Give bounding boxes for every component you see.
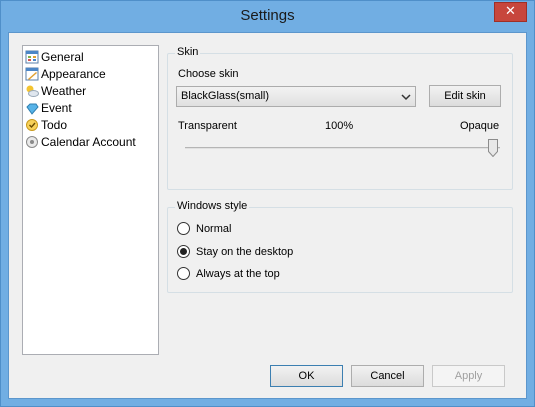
tree-item-label: General <box>41 49 84 64</box>
windows-style-group-label: Windows style <box>175 200 250 212</box>
opacity-slider-thumb[interactable] <box>488 139 498 157</box>
event-icon <box>26 103 39 115</box>
apply-button[interactable]: Apply <box>432 365 505 387</box>
weather-icon <box>26 85 39 97</box>
tree-item-calendar-account[interactable]: Calendar Account <box>23 133 158 150</box>
radio-always-on-top[interactable]: Always at the top <box>177 267 280 280</box>
apply-label: Apply <box>454 370 483 382</box>
settings-window: Settings ✕ General Appearance Weather Ev… <box>0 0 535 407</box>
choose-skin-label: Choose skin <box>178 68 239 80</box>
ok-button[interactable]: OK <box>270 365 343 387</box>
cancel-button[interactable]: Cancel <box>351 365 424 387</box>
edit-skin-button[interactable]: Edit skin <box>429 85 501 107</box>
radio-stay-on-desktop[interactable]: Stay on the desktop <box>177 245 293 258</box>
appearance-icon <box>25 67 39 80</box>
opacity-slider-track[interactable] <box>185 147 500 149</box>
radio-button[interactable] <box>177 222 190 235</box>
radio-button[interactable] <box>177 245 190 258</box>
edit-skin-label: Edit skin <box>444 90 486 102</box>
title-bar[interactable]: Settings ✕ <box>1 1 534 32</box>
tree-item-label: Calendar Account <box>41 134 136 149</box>
dialog-client-area: General Appearance Weather Event Todo Ca… <box>8 32 527 399</box>
skin-select[interactable]: BlackGlass(small) <box>176 86 416 107</box>
opaque-label: Opaque <box>460 120 500 132</box>
category-tree[interactable]: General Appearance Weather Event Todo Ca… <box>22 45 159 355</box>
radio-label: Normal <box>196 222 232 235</box>
transparent-label: Transparent <box>178 120 237 132</box>
cancel-label: Cancel <box>370 370 405 382</box>
tree-item-general[interactable]: General <box>23 48 158 65</box>
window-title: Settings <box>240 7 295 24</box>
chevron-down-icon <box>401 94 411 101</box>
radio-button[interactable] <box>177 267 190 280</box>
radio-normal[interactable]: Normal <box>177 222 231 235</box>
close-icon: ✕ <box>505 4 516 19</box>
radio-label: Always at the top <box>196 267 280 280</box>
tree-item-appearance[interactable]: Appearance <box>23 65 158 82</box>
skin-select-value: BlackGlass(small) <box>181 90 270 102</box>
tree-item-todo[interactable]: Todo <box>23 116 158 133</box>
calendar-account-icon <box>26 135 38 148</box>
tree-item-label: Appearance <box>41 66 106 81</box>
ok-label: OK <box>298 370 315 382</box>
todo-icon <box>26 118 38 131</box>
tree-item-label: Weather <box>41 83 87 98</box>
tree-item-label: Todo <box>41 117 68 132</box>
general-icon <box>25 50 39 63</box>
radio-label: Stay on the desktop <box>196 245 294 258</box>
tree-item-event[interactable]: Event <box>23 99 158 116</box>
tree-item-weather[interactable]: Weather <box>23 82 158 99</box>
close-button[interactable]: ✕ <box>494 2 527 22</box>
tree-item-label: Event <box>41 100 72 115</box>
skin-group-label: Skin <box>175 46 201 58</box>
opacity-value: 100% <box>325 120 354 132</box>
